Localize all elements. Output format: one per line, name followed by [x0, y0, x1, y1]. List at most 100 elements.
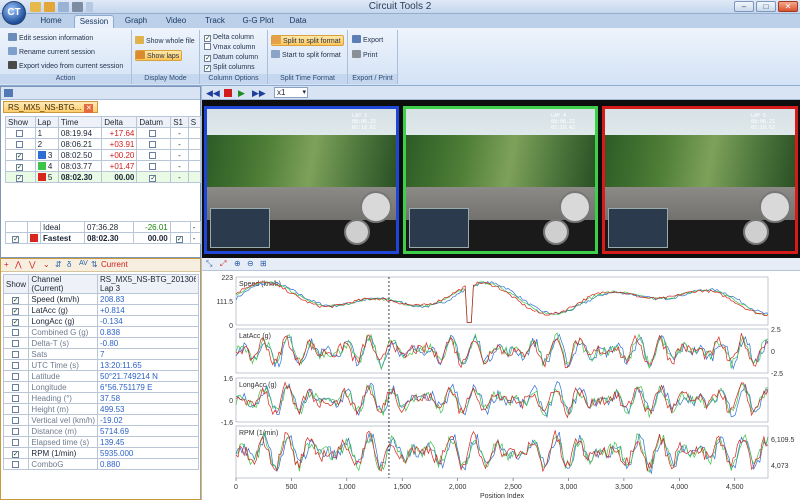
- lap-datum-checkbox[interactable]: [149, 151, 157, 159]
- ideal-row[interactable]: Ideal 07:36.28 -26.01 -: [5, 221, 202, 233]
- video-frame-lap3[interactable]: LAP 3 08:06.21 02:18.61: [204, 106, 399, 254]
- lap-datum-checkbox[interactable]: ✓: [149, 175, 157, 182]
- cursor-tool-icon[interactable]: ⤡: [206, 259, 212, 269]
- channel-row[interactable]: Vertical vel (km/h) -19.02: [2, 414, 199, 426]
- line-style-icon[interactable]: ⋀: [15, 260, 22, 269]
- scale-icon[interactable]: ⌄: [43, 260, 50, 269]
- edit-session-button[interactable]: Edit session information: [8, 33, 93, 44]
- video-frame-lap4[interactable]: LAP 4 08:06.21 02:18.42: [403, 106, 598, 254]
- stop-icon[interactable]: [224, 89, 232, 97]
- lap-show-checkbox[interactable]: ✓: [15, 153, 23, 160]
- channel-show-checkbox[interactable]: [11, 372, 19, 380]
- play-icon[interactable]: ▶: [238, 88, 248, 98]
- video-frame-lap5[interactable]: LAP 5 08:06.21 02:18.62: [602, 106, 798, 254]
- channel-show-checkbox[interactable]: [11, 405, 19, 413]
- delta-icon[interactable]: δ: [67, 260, 71, 269]
- channel-show-checkbox[interactable]: [11, 383, 19, 391]
- channel-row[interactable]: Delta-T (s) -0.80: [2, 337, 199, 349]
- channel-show-checkbox[interactable]: ✓: [11, 308, 19, 315]
- fastest-row[interactable]: ✓ Fastest 08:02.30 00.00 ✓ -: [5, 232, 202, 244]
- tab-gg-plot[interactable]: G-G Plot: [238, 15, 278, 28]
- export-video-button[interactable]: Export video from current session: [8, 61, 123, 72]
- channel-row[interactable]: Elapsed time (s) 139.45: [2, 436, 199, 448]
- channel-show-checkbox[interactable]: ✓: [11, 297, 19, 304]
- lap-show-checkbox[interactable]: ✓: [15, 164, 23, 171]
- split-columns-checkbox[interactable]: ✓ Split columns: [204, 62, 255, 73]
- print-button[interactable]: Print: [352, 50, 377, 61]
- channel-row[interactable]: ✓ Speed (km/h) 208.83: [2, 293, 199, 305]
- channel-row[interactable]: Distance (m) 5714.69: [2, 425, 199, 437]
- channel-row[interactable]: Combined G (g) 0.838: [2, 326, 199, 338]
- lap-color-swatch[interactable]: [37, 150, 46, 159]
- tab-graph[interactable]: Graph: [118, 15, 154, 28]
- zoom-out-icon[interactable]: ⊖: [247, 259, 254, 268]
- lap-row[interactable]: 1 08:19.94 +17.64-: [5, 127, 202, 139]
- channel-show-checkbox[interactable]: [11, 438, 19, 446]
- close-button[interactable]: ✕: [778, 1, 798, 12]
- av-icon[interactable]: AV: [79, 260, 88, 267]
- lap-show-checkbox[interactable]: [15, 140, 23, 148]
- zoom-in-icon[interactable]: ⊕: [234, 259, 241, 268]
- fast-forward-icon[interactable]: ▶▶: [252, 88, 266, 98]
- minimize-button[interactable]: –: [734, 1, 754, 12]
- lap-row[interactable]: 2 08:06.21 +03.91-: [5, 138, 202, 150]
- columns-icon[interactable]: [4, 89, 13, 97]
- split-to-split-button[interactable]: Split to split format: [271, 35, 344, 46]
- tab-video[interactable]: Video: [160, 15, 192, 28]
- start-to-split-button[interactable]: Start to split format: [271, 50, 341, 61]
- rewind-icon[interactable]: ◀◀: [206, 88, 220, 98]
- channel-show-checkbox[interactable]: [11, 460, 19, 468]
- line-style-2-icon[interactable]: ⋁: [29, 260, 36, 269]
- measure-tool-icon[interactable]: ⤢: [220, 259, 226, 269]
- fastest-color-swatch[interactable]: [30, 233, 38, 242]
- channel-row[interactable]: Height (m) 499.53: [2, 403, 199, 415]
- channel-show-checkbox[interactable]: [11, 339, 19, 347]
- channel-row[interactable]: ✓ LongAcc (g) -0.134: [2, 315, 199, 327]
- lap-row[interactable]: ✓ 4 08:03.77 +01.47-: [5, 160, 202, 172]
- show-laps-button[interactable]: Show laps: [135, 50, 183, 61]
- channel-show-checkbox[interactable]: [11, 328, 19, 336]
- session-tab[interactable]: RS_MX5_NS-BTG... ✕: [3, 101, 99, 113]
- channel-col-name[interactable]: Channel (Current): [28, 274, 98, 294]
- channel-row[interactable]: Latitude 50°21.749214 N: [2, 370, 199, 382]
- channel-show-checkbox[interactable]: [11, 427, 19, 435]
- playback-speed-select[interactable]: x1 ▾: [274, 87, 308, 98]
- col-time[interactable]: Time: [57, 116, 103, 128]
- channel-row[interactable]: Heading (°) 37.58: [2, 392, 199, 404]
- col-s[interactable]: S: [187, 116, 202, 128]
- tab-home[interactable]: Home: [32, 15, 70, 28]
- channel-show-checkbox[interactable]: [11, 394, 19, 402]
- lap-datum-checkbox[interactable]: [149, 129, 157, 137]
- lap-datum-checkbox[interactable]: [149, 140, 157, 148]
- export-button[interactable]: Export: [352, 35, 383, 46]
- fastest-show-checkbox[interactable]: ✓: [12, 236, 19, 243]
- lap-row[interactable]: ✓ 5 08:02.30 00.00 ✓ -: [5, 171, 202, 183]
- lap-show-checkbox[interactable]: ✓: [15, 175, 23, 182]
- rename-session-button[interactable]: Rename current session: [8, 47, 95, 58]
- channel-row[interactable]: Sats 7: [2, 348, 199, 360]
- tab-track[interactable]: Track: [200, 15, 230, 28]
- channel-row[interactable]: ComboG 0.880: [2, 458, 199, 470]
- lap-datum-checkbox[interactable]: [149, 162, 157, 170]
- channel-row[interactable]: Longitude 6°56.751179 E: [2, 381, 199, 393]
- col-s1[interactable]: S1: [170, 116, 189, 128]
- tab-session[interactable]: Session: [74, 15, 114, 28]
- telemetry-chart[interactable]: Speed (km/h) 223 111.5 0 LatAcc (g) 2.5 0 -2.5 L…: [202, 271, 800, 500]
- app-logo[interactable]: CT: [2, 1, 26, 25]
- maximize-button[interactable]: □: [756, 1, 776, 12]
- channel-show-checkbox[interactable]: ✓: [11, 451, 19, 458]
- lap-show-checkbox[interactable]: [15, 129, 23, 137]
- close-session-icon[interactable]: ✕: [84, 104, 94, 113]
- col-lap[interactable]: Lap: [34, 116, 59, 128]
- channel-col-show[interactable]: Show: [2, 274, 30, 294]
- channel-show-checkbox[interactable]: [11, 416, 19, 424]
- show-whole-file-button[interactable]: Show whole file: [135, 36, 195, 47]
- tab-data[interactable]: Data: [284, 15, 312, 28]
- channel-show-checkbox[interactable]: ✓: [11, 319, 19, 326]
- channel-show-checkbox[interactable]: [11, 350, 19, 358]
- col-datum[interactable]: Datum: [136, 116, 172, 128]
- lap-row[interactable]: ✓ 3 08:02.50 +00.20-: [5, 149, 202, 161]
- channel-row[interactable]: ✓ RPM (1/min) 5935.000: [2, 447, 199, 459]
- lap-color-swatch[interactable]: [37, 172, 46, 181]
- channel-col-value[interactable]: RS_MX5_NS-BTG_2013061 Lap 3: [97, 274, 199, 294]
